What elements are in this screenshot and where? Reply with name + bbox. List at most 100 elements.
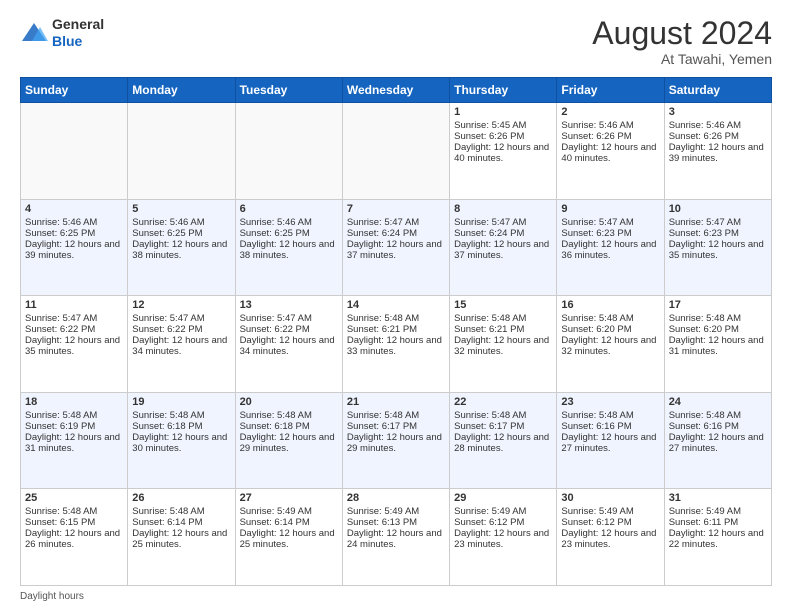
calendar-cell — [21, 103, 128, 200]
day-info: Sunset: 6:24 PM — [454, 228, 552, 239]
day-number: 9 — [561, 203, 659, 215]
day-info: Sunrise: 5:46 AM — [25, 217, 123, 228]
calendar-table: SundayMondayTuesdayWednesdayThursdayFrid… — [20, 77, 772, 586]
day-info: Daylight: 12 hours and 29 minutes. — [240, 432, 338, 454]
day-info: Daylight: 12 hours and 32 minutes. — [454, 335, 552, 357]
calendar-cell: 17Sunrise: 5:48 AMSunset: 6:20 PMDayligh… — [664, 296, 771, 393]
logo-general: General — [52, 16, 104, 33]
week-row-3: 11Sunrise: 5:47 AMSunset: 6:22 PMDayligh… — [21, 296, 772, 393]
day-info: Sunset: 6:26 PM — [669, 131, 767, 142]
calendar-cell — [235, 103, 342, 200]
calendar-cell: 11Sunrise: 5:47 AMSunset: 6:22 PMDayligh… — [21, 296, 128, 393]
day-info: Sunset: 6:25 PM — [25, 228, 123, 239]
day-info: Daylight: 12 hours and 37 minutes. — [347, 239, 445, 261]
day-info: Sunset: 6:18 PM — [240, 421, 338, 432]
day-info: Sunset: 6:15 PM — [25, 517, 123, 528]
day-info: Sunset: 6:20 PM — [561, 324, 659, 335]
day-info: Sunrise: 5:48 AM — [454, 410, 552, 421]
day-info: Sunrise: 5:48 AM — [347, 410, 445, 421]
col-header-thursday: Thursday — [450, 78, 557, 103]
week-row-1: 1Sunrise: 5:45 AMSunset: 6:26 PMDaylight… — [21, 103, 772, 200]
day-info: Daylight: 12 hours and 25 minutes. — [132, 528, 230, 550]
day-info: Sunset: 6:22 PM — [132, 324, 230, 335]
day-info: Sunset: 6:23 PM — [561, 228, 659, 239]
day-number: 12 — [132, 299, 230, 311]
day-info: Sunrise: 5:48 AM — [25, 410, 123, 421]
day-info: Sunrise: 5:46 AM — [240, 217, 338, 228]
day-info: Sunset: 6:21 PM — [347, 324, 445, 335]
calendar-cell: 16Sunrise: 5:48 AMSunset: 6:20 PMDayligh… — [557, 296, 664, 393]
calendar-cell: 23Sunrise: 5:48 AMSunset: 6:16 PMDayligh… — [557, 392, 664, 489]
day-info: Daylight: 12 hours and 32 minutes. — [561, 335, 659, 357]
day-number: 22 — [454, 396, 552, 408]
calendar-cell: 7Sunrise: 5:47 AMSunset: 6:24 PMDaylight… — [342, 199, 449, 296]
week-row-5: 25Sunrise: 5:48 AMSunset: 6:15 PMDayligh… — [21, 489, 772, 586]
calendar-cell: 28 Sunrise: 5:49 AMSunset: 6:13 PMDayligh… — [342, 489, 449, 586]
day-info: Daylight: 12 hours and 35 minutes. — [669, 239, 767, 261]
day-number: 26 — [132, 492, 230, 504]
calendar-cell: 30Sunrise: 5:49 AMSunset: 6:12 PMDayligh… — [557, 489, 664, 586]
footer: Daylight hours — [20, 591, 772, 602]
day-number: 5 — [132, 203, 230, 215]
day-info: Sunrise: 5:47 AM — [132, 313, 230, 324]
logo-icon — [20, 21, 48, 45]
day-info: Sunrise: 5:47 AM — [454, 217, 552, 228]
calendar-cell: 9Sunrise: 5:47 AMSunset: 6:23 PMDaylight… — [557, 199, 664, 296]
day-number: 23 — [561, 396, 659, 408]
day-info: Sunset: 6:22 PM — [240, 324, 338, 335]
day-info: Sunset: 6:24 PM — [347, 228, 445, 239]
day-info: Sunset: 6:22 PM — [25, 324, 123, 335]
day-number: 31 — [669, 492, 767, 504]
calendar-cell — [128, 103, 235, 200]
calendar-cell: 6Sunrise: 5:46 AMSunset: 6:25 PMDaylight… — [235, 199, 342, 296]
day-info: Daylight: 12 hours and 26 minutes. — [25, 528, 123, 550]
day-info: Sunrise: 5:47 AM — [561, 217, 659, 228]
day-info: Daylight: 12 hours and 38 minutes. — [240, 239, 338, 261]
day-info: Sunset: 6:19 PM — [25, 421, 123, 432]
day-info: Sunrise: 5:49 AM — [347, 506, 445, 517]
day-info: Daylight: 12 hours and 39 minutes. — [25, 239, 123, 261]
day-info: Daylight: 12 hours and 34 minutes. — [132, 335, 230, 357]
col-header-saturday: Saturday — [664, 78, 771, 103]
day-info: Sunrise: 5:48 AM — [240, 410, 338, 421]
calendar-cell: 21Sunrise: 5:48 AMSunset: 6:17 PMDayligh… — [342, 392, 449, 489]
day-info: Sunset: 6:17 PM — [347, 421, 445, 432]
day-info: Daylight: 12 hours and 31 minutes. — [669, 335, 767, 357]
day-info: Sunrise: 5:48 AM — [132, 410, 230, 421]
day-info: Sunrise: 5:47 AM — [347, 217, 445, 228]
day-number: 27 — [240, 492, 338, 504]
day-info: Sunrise: 5:46 AM — [132, 217, 230, 228]
calendar-cell: 12 Sunrise: 5:47 AMSunset: 6:22 PMDayligh… — [128, 296, 235, 393]
day-info: Sunrise: 5:46 AM — [669, 120, 767, 131]
month-year: August 2024 — [592, 16, 772, 51]
day-info: Daylight: 12 hours and 40 minutes. — [561, 142, 659, 164]
week-row-2: 4Sunrise: 5:46 AMSunset: 6:25 PMDaylight… — [21, 199, 772, 296]
day-info: Daylight: 12 hours and 23 minutes. — [454, 528, 552, 550]
day-info: Daylight: 12 hours and 37 minutes. — [454, 239, 552, 261]
day-info: Daylight: 12 hours and 27 minutes. — [669, 432, 767, 454]
day-info: Sunset: 6:20 PM — [669, 324, 767, 335]
day-info: Sunset: 6:13 PM — [347, 517, 445, 528]
day-info: Daylight: 12 hours and 39 minutes. — [669, 142, 767, 164]
day-info: Daylight: 12 hours and 24 minutes. — [347, 528, 445, 550]
calendar-cell: 15Sunrise: 5:48 AMSunset: 6:21 PMDayligh… — [450, 296, 557, 393]
day-info: Sunrise: 5:48 AM — [669, 313, 767, 324]
calendar-cell: 20Sunrise: 5:48 AMSunset: 6:18 PMDayligh… — [235, 392, 342, 489]
day-number: 28 — [347, 492, 445, 504]
day-number: 15 — [454, 299, 552, 311]
calendar-cell: 10Sunrise: 5:47 AMSunset: 6:23 PMDayligh… — [664, 199, 771, 296]
day-info: Sunrise: 5:48 AM — [347, 313, 445, 324]
day-number: 6 — [240, 203, 338, 215]
day-info: Sunset: 6:18 PM — [132, 421, 230, 432]
day-number: 30 — [561, 492, 659, 504]
calendar-cell — [342, 103, 449, 200]
title-block: August 2024 At Tawahi, Yemen — [592, 16, 772, 67]
day-info: Sunrise: 5:48 AM — [561, 410, 659, 421]
day-info: Daylight: 12 hours and 31 minutes. — [25, 432, 123, 454]
week-row-4: 18Sunrise: 5:48 AMSunset: 6:19 PMDayligh… — [21, 392, 772, 489]
day-number: 16 — [561, 299, 659, 311]
day-info: Daylight: 12 hours and 28 minutes. — [454, 432, 552, 454]
calendar-cell: 27Sunrise: 5:49 AMSunset: 6:14 PMDayligh… — [235, 489, 342, 586]
day-number: 4 — [25, 203, 123, 215]
day-info: Daylight: 12 hours and 29 minutes. — [347, 432, 445, 454]
